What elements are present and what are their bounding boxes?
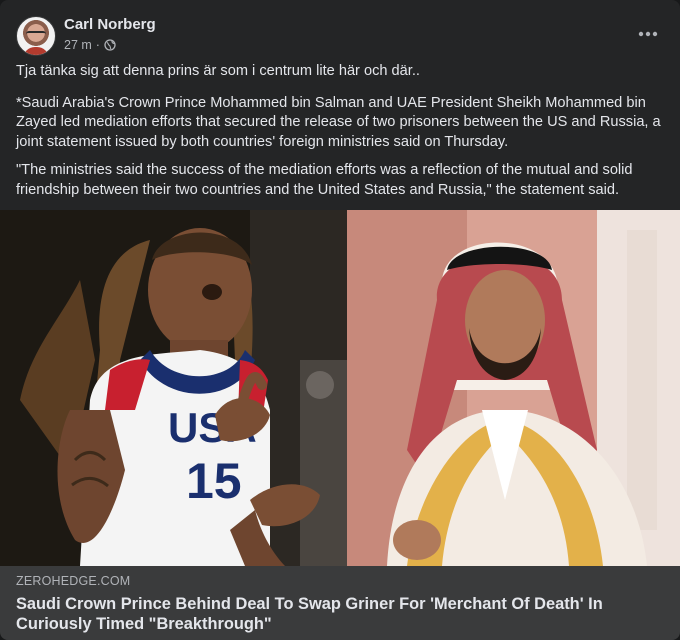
post-header: Carl Norberg 27 m ·: [16, 14, 664, 58]
photo-basketball-player: USA 15: [0, 210, 347, 566]
link-preview[interactable]: ZEROHEDGE.COM Saudi Crown Prince Behind …: [0, 566, 680, 640]
link-preview-image[interactable]: USA 15: [0, 210, 680, 566]
photo-crown-prince: [347, 210, 680, 566]
post-card: Carl Norberg 27 m · Tja tänka sig att de…: [0, 0, 680, 640]
post-paragraph: *Saudi Arabia's Crown Prince Mohammed bi…: [16, 94, 661, 150]
more-options-icon: [638, 31, 658, 37]
post-timestamp[interactable]: 27 m: [64, 38, 92, 52]
post-meta: 27 m ·: [64, 38, 116, 52]
post-paragraph: Tja tänka sig att denna prins är som i c…: [16, 63, 420, 79]
author-name[interactable]: Carl Norberg: [64, 16, 156, 33]
link-domain: ZEROHEDGE.COM: [16, 574, 131, 588]
globe-icon[interactable]: [104, 39, 116, 51]
link-title[interactable]: Saudi Crown Prince Behind Deal To Swap G…: [16, 594, 664, 634]
post-paragraph: "The ministries said the success of the …: [16, 162, 633, 198]
avatar-glasses: [26, 31, 46, 38]
meta-separator: ·: [95, 38, 100, 52]
avatar-shirt: [23, 47, 49, 55]
post-text: Tja tänka sig att denna prins är som i c…: [16, 62, 664, 209]
svg-text:15: 15: [186, 453, 242, 509]
author-avatar[interactable]: [16, 16, 56, 56]
more-options-button[interactable]: [632, 20, 664, 48]
